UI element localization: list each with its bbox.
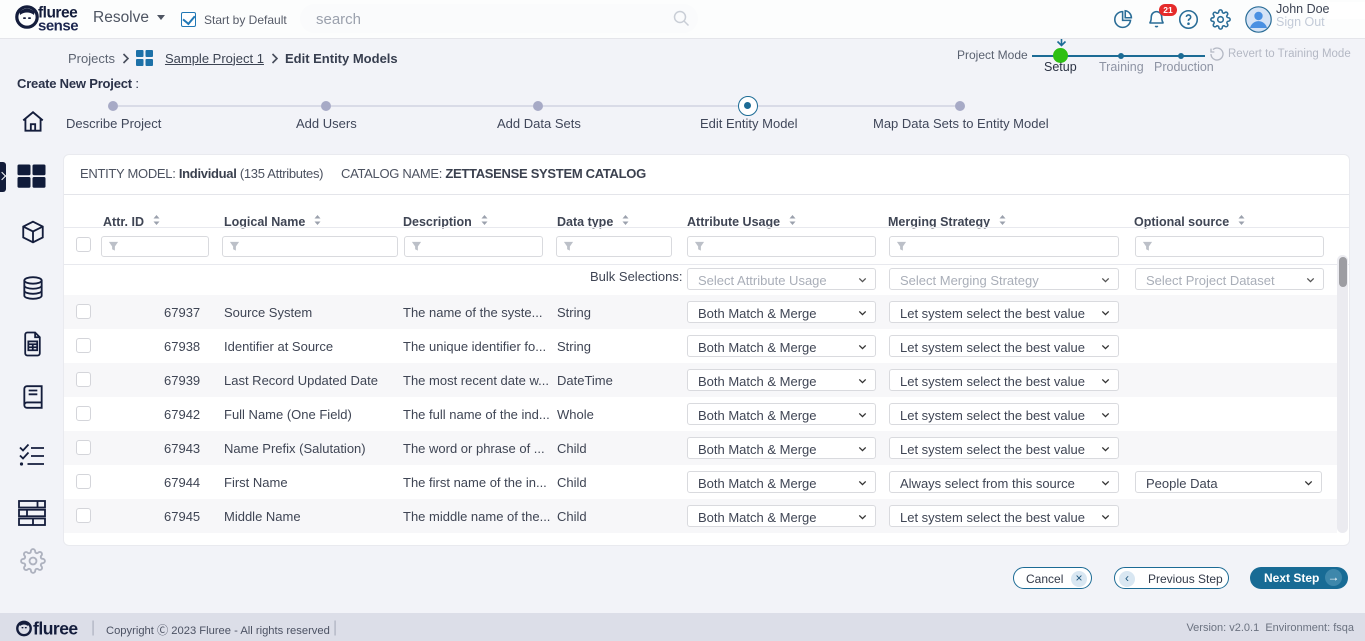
svg-text:fluree: fluree [33,620,78,638]
svg-text:sense: sense [38,18,78,35]
